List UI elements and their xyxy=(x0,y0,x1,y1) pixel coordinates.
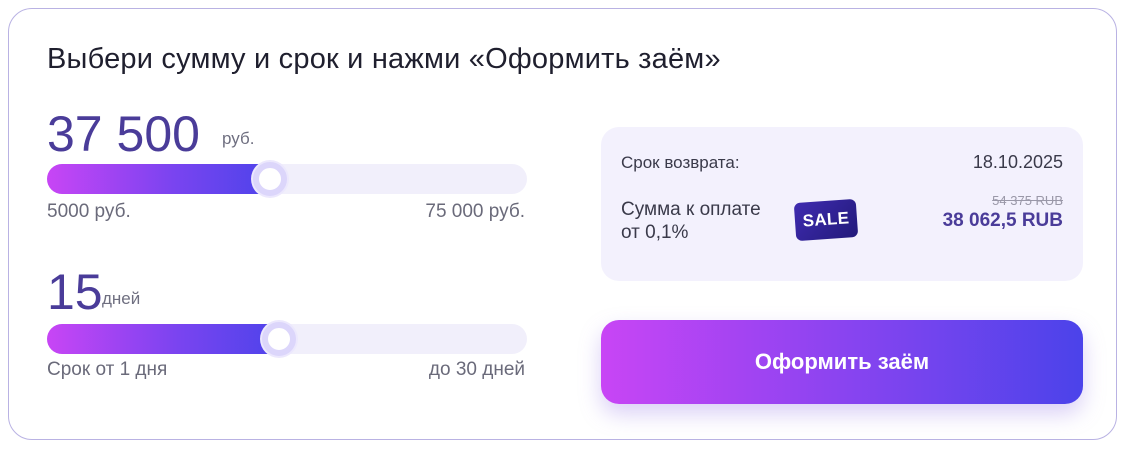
amount-slider-fill xyxy=(47,164,276,194)
term-slider[interactable] xyxy=(47,322,527,356)
payment-label: Сумма к оплате xyxy=(621,199,761,220)
sale-badge: SALE xyxy=(793,198,859,242)
amount-max-label: 75 000 руб. xyxy=(425,201,525,222)
loan-calculator-card: Выбери сумму и срок и нажми «Оформить за… xyxy=(8,8,1117,440)
term-slider-fill xyxy=(47,324,285,354)
loan-summary-panel: Срок возврата: 18.10.2025 Сумма к оплате… xyxy=(601,127,1083,281)
return-date-label: Срок возврата: xyxy=(621,153,740,172)
amount-unit: руб. xyxy=(222,129,255,148)
apply-loan-button[interactable]: Оформить заём xyxy=(601,320,1083,404)
term-slider-thumb[interactable] xyxy=(262,322,296,356)
amount-slider[interactable] xyxy=(47,162,527,196)
payment-rate-label: от 0,1% xyxy=(621,222,689,243)
amount-min-label: 5000 руб. xyxy=(47,201,131,222)
new-price: 38 062,5 RUB xyxy=(942,210,1063,231)
return-date-value: 18.10.2025 xyxy=(972,152,1063,172)
term-min-label: Срок от 1 дня xyxy=(47,359,168,380)
page-title: Выбери сумму и срок и нажми «Оформить за… xyxy=(47,43,721,75)
amount-slider-thumb[interactable] xyxy=(253,162,287,196)
old-price: 54 375 RUB xyxy=(992,193,1063,208)
term-unit: дней xyxy=(102,289,141,308)
term-max-label: до 30 дней xyxy=(428,359,525,380)
term-value: 15 xyxy=(47,264,103,320)
amount-value: 37 500 xyxy=(47,106,200,162)
